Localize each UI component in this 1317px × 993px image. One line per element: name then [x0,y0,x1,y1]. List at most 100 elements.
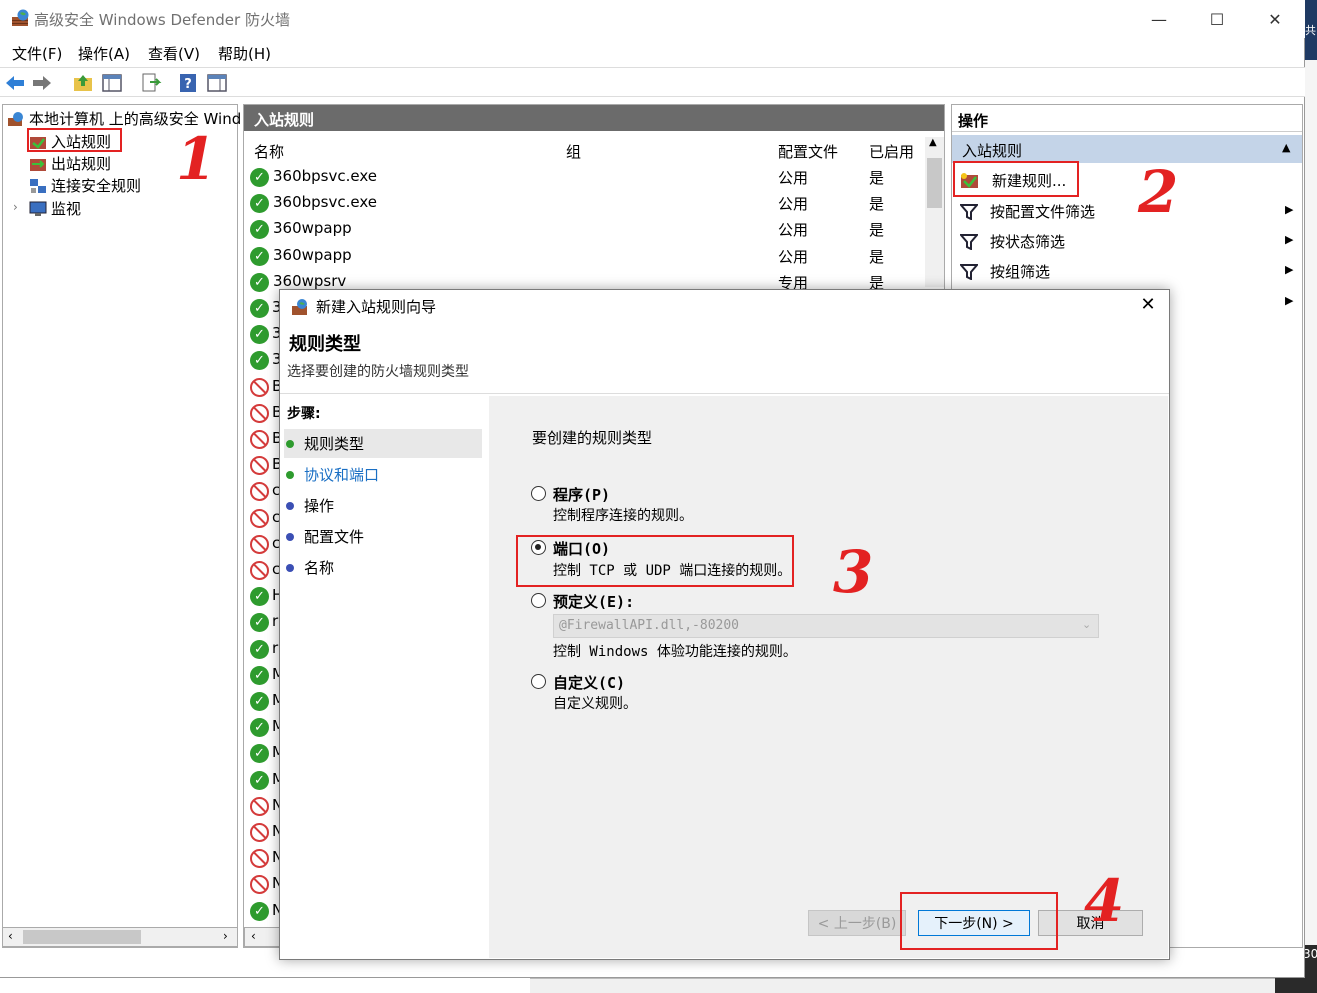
action-label: 按状态筛选 [990,233,1066,251]
step-label: 操作 [304,497,335,515]
radio-predefined[interactable] [531,593,546,608]
step-label: 协议和端口 [304,466,380,484]
actions-section-label: 入站规则 [962,142,1023,160]
actions-header: 操作 [952,106,1302,132]
connection-security-icon [30,178,46,193]
menu-help[interactable]: 帮助(H) [218,43,271,64]
action-filter-by-state[interactable]: 按状态筛选 [960,231,1065,252]
tree-item-connection-security[interactable]: 连接安全规则 [29,175,141,196]
table-row[interactable]: ✓ 360bpsvc.exe 公用 是 [248,191,928,217]
rule-enabled: 是 [869,247,885,266]
show-hide-action-pane-icon[interactable] [206,72,228,94]
menu-action[interactable]: 操作(A) [78,43,130,64]
action-label: 按组筛选 [990,263,1051,281]
column-enabled[interactable]: 已启用 [869,141,914,162]
rule-enabled-check-icon: ✓ [250,744,269,764]
column-group[interactable]: 组 [566,141,581,162]
annotation-number-4: 4 [1084,867,1125,935]
radio-program[interactable] [531,486,546,501]
rule-enabled: 是 [869,169,885,187]
rule-blocked-icon [250,430,269,449]
action-filter-by-group[interactable]: 按组筛选 [960,261,1050,282]
maximize-button[interactable]: ☐ [1188,0,1246,38]
table-row[interactable]: ✓ 360bpsvc.exe 公用 是 [248,165,928,191]
collapse-icon[interactable]: ▲ [1282,141,1290,154]
scroll-thumb[interactable] [23,930,141,944]
rule-blocked-icon [250,377,269,397]
scroll-right-icon[interactable]: › [223,929,228,943]
filter-icon [960,263,978,280]
rule-profile: 公用 [778,221,809,240]
help-icon[interactable]: ? [177,72,199,94]
back-button[interactable]: < 上一步(B) [808,910,906,936]
dialog-title: 新建入站规则向导 [316,298,437,316]
scroll-left-icon[interactable]: ‹ [8,929,13,943]
menu-view[interactable]: 查看(V) [148,43,200,64]
rule-blocked-icon [250,849,269,869]
rule-blocked-icon [250,534,269,554]
scroll-up-icon[interactable]: ▲ [929,137,937,148]
list-scroll-thumb[interactable] [927,158,942,208]
submenu-arrow-icon: ▶ [1285,294,1294,307]
option-custom-desc: 自定义规则。 [553,696,637,712]
rule-blocked-icon [250,456,269,476]
option-custom-title[interactable]: 自定义(C) [553,672,625,693]
rule-name: 360bpsvc.exe [273,167,377,185]
tree-item-monitor[interactable]: 监视 [29,198,81,219]
forward-arrow-icon[interactable] [31,72,53,94]
annotation-number-3: 3 [833,538,874,606]
tree-item-label: 连接安全规则 [51,177,142,195]
step-name: 名称 [284,553,482,582]
action-label: 按配置文件筛选 [990,203,1096,221]
rule-enabled-check-icon: ✓ [250,613,269,633]
actions-section-inbound[interactable]: 入站规则 ▲ [952,135,1302,163]
screen: 共 30 高级安全 Windows Defender 防火墙 — ☐ ✕ 文件(… [0,0,1317,993]
step-label: 规则类型 [304,435,365,453]
table-row[interactable]: ✓ 360wpapp 公用 是 [248,217,928,243]
tree-item-outbound-rules[interactable]: 出站规则 [29,153,111,174]
dialog-close-button[interactable]: ✕ [1135,294,1161,315]
up-folder-icon[interactable] [72,72,94,94]
window-title: 高级安全 Windows Defender 防火墙 [34,11,290,29]
close-button[interactable]: ✕ [1246,0,1304,38]
column-name[interactable]: 名称 [254,141,284,162]
rule-enabled-check-icon: ✓ [250,272,269,292]
option-program-desc: 控制程序连接的规则。 [553,508,693,524]
back-arrow-icon[interactable] [4,72,26,94]
option-predefined-desc: 控制 Windows 体验功能连接的规则。 [553,644,797,660]
show-hide-tree-icon[interactable] [101,72,123,94]
firewall-app-icon [12,9,29,26]
list-horizontal-scrollbar[interactable]: ‹ [244,927,284,947]
menu-file[interactable]: 文件(F) [12,43,62,64]
rule-name: 360wpapp [273,219,352,238]
tree-horizontal-scrollbar[interactable]: ‹ › [2,927,238,947]
rule-blocked-icon [250,482,269,502]
annotation-box-port-option [516,535,794,587]
step-current-dot-icon [286,439,294,448]
rule-name: r [272,612,279,631]
step-rule-type: 规则类型 [284,429,482,458]
step-protocol-ports[interactable]: 协议和端口 [284,460,482,489]
desktop-taskbar-strip [530,978,1275,993]
desktop-window-edge: 共 [1305,0,1317,60]
column-profile[interactable]: 配置文件 [778,141,838,162]
rule-name: 360wpapp [273,245,352,264]
list-header: 入站规则 [244,105,944,131]
scroll-left-icon[interactable]: ‹ [251,929,256,943]
rule-name: 360bpsvc.exe [273,193,377,212]
option-predefined-title[interactable]: 预定义(E): [553,591,634,612]
title-bar[interactable]: 高级安全 Windows Defender 防火墙 — ☐ ✕ [0,0,1305,38]
menu-bar: 文件(F) 操作(A) 查看(V) 帮助(H) [0,40,1305,66]
annotation-number-2: 2 [1138,158,1179,226]
radio-custom[interactable] [531,674,546,689]
rule-type-question: 要创建的规则类型 [532,429,653,447]
tree-expander-icon[interactable]: › [13,200,18,214]
option-program-title[interactable]: 程序(P) [553,484,610,505]
desktop-background [1305,0,1317,993]
table-row[interactable]: ✓ 360wpapp 公用 是 [248,244,928,270]
export-list-icon[interactable] [140,72,162,94]
predefined-combobox[interactable]: @FirewallAPI.dll,-80200 [553,614,1099,638]
action-filter-by-profile[interactable]: 按配置文件筛选 [960,201,1095,222]
minimize-button[interactable]: — [1130,0,1188,38]
tree-item-label: 出站规则 [51,155,112,173]
